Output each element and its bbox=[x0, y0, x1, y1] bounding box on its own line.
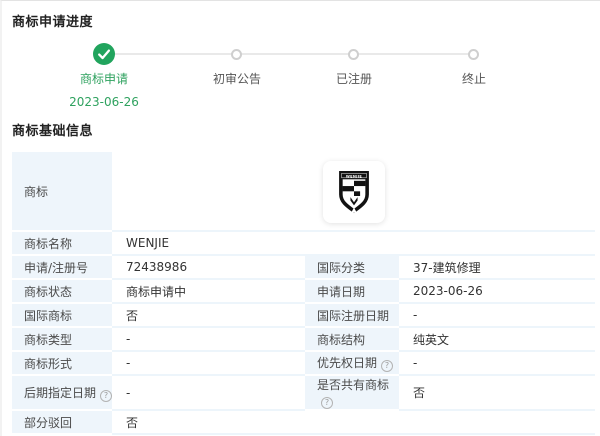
step-label: 已注册 bbox=[336, 70, 372, 87]
basic-info-section: 商标基础信息 商标 WENJIE bbox=[2, 120, 600, 435]
label-priority-date: 优先权日期? bbox=[305, 352, 399, 376]
value-international-class: 37-建筑修理 bbox=[399, 256, 595, 280]
value-application-number: 72438986 bbox=[112, 256, 305, 280]
value-trademark-form: - bbox=[112, 352, 305, 376]
priority-date-label-text: 优先权日期 bbox=[317, 356, 377, 370]
progress-stepper: 商标申请 2023-06-26 初审公告 已注册 终止 bbox=[2, 30, 600, 105]
step-label: 初审公告 bbox=[213, 70, 261, 87]
progress-section-title: 商标申请进度 bbox=[12, 11, 600, 30]
trademark-logo-cell: WENJIE bbox=[112, 152, 595, 232]
label-trademark-status: 商标状态 bbox=[12, 280, 112, 304]
value-trademark-structure: 纯英文 bbox=[399, 328, 595, 352]
label-shared-trademark: 是否共有商标? bbox=[305, 376, 399, 411]
label-application-number: 申请/注册号 bbox=[12, 256, 112, 280]
label-trademark-form: 商标形式 bbox=[12, 352, 112, 376]
table-row: 商标形式 - 优先权日期? - bbox=[12, 352, 595, 376]
label-international-trademark: 国际商标 bbox=[12, 304, 112, 328]
label-partial-rejection: 部分驳回 bbox=[12, 411, 112, 435]
label-later-designation-date: 后期指定日期? bbox=[12, 376, 112, 411]
value-later-designation-date: - bbox=[112, 376, 305, 411]
table-row: 商标类型 - 商标结构 纯英文 bbox=[12, 328, 595, 352]
table-row-trademark-image: 商标 WENJIE bbox=[12, 152, 595, 232]
pending-dot-icon bbox=[348, 49, 359, 60]
basic-info-title: 商标基础信息 bbox=[12, 120, 600, 139]
trademark-info-table: 商标 WENJIE bbox=[12, 152, 595, 435]
logo-wordmark: WENJIE bbox=[345, 174, 362, 178]
help-icon[interactable]: ? bbox=[100, 390, 112, 402]
wenjie-shield-icon: WENJIE bbox=[335, 169, 373, 214]
label-international-class: 国际分类 bbox=[305, 256, 399, 280]
help-icon[interactable]: ? bbox=[381, 360, 393, 372]
step-preliminary-announcement: 初审公告 bbox=[213, 70, 261, 87]
table-row: 商标名称 WENJIE bbox=[12, 232, 595, 256]
value-international-reg-date: - bbox=[399, 304, 595, 328]
step-registered: 已注册 bbox=[336, 70, 372, 87]
label-trademark-structure: 商标结构 bbox=[305, 328, 399, 352]
step-terminated: 终止 bbox=[462, 70, 486, 87]
value-trademark-type: - bbox=[112, 328, 305, 352]
label-application-date: 申请日期 bbox=[305, 280, 399, 304]
value-partial-rejection: 否 bbox=[112, 411, 595, 435]
pending-dot-icon bbox=[231, 49, 242, 60]
label-trademark: 商标 bbox=[12, 152, 112, 232]
progress-section: 商标申请进度 商标申请 2023-06-26 初审公告 已注册 bbox=[2, 11, 600, 105]
value-application-date: 2023-06-26 bbox=[399, 280, 595, 304]
step-label: 商标申请 bbox=[69, 70, 139, 87]
table-row: 国际商标 否 国际注册日期 - bbox=[12, 304, 595, 328]
help-icon[interactable]: ? bbox=[321, 397, 333, 409]
value-shared-trademark: 否 bbox=[399, 376, 595, 411]
step-trademark-application: 商标申请 2023-06-26 bbox=[69, 70, 139, 109]
check-circle-icon bbox=[93, 43, 115, 65]
table-row: 后期指定日期? - 是否共有商标? 否 bbox=[12, 376, 595, 411]
value-priority-date: - bbox=[399, 352, 595, 376]
trademark-logo-image[interactable]: WENJIE bbox=[323, 161, 385, 223]
pending-dot-icon bbox=[468, 49, 479, 60]
step-date: 2023-06-26 bbox=[69, 95, 139, 109]
value-international-trademark: 否 bbox=[112, 304, 305, 328]
stepper-track-line bbox=[104, 53, 474, 55]
label-trademark-type: 商标类型 bbox=[12, 328, 112, 352]
trademark-detail-page: 商标申请进度 商标申请 2023-06-26 初审公告 已注册 bbox=[0, 0, 600, 436]
shared-trademark-label-text: 是否共有商标 bbox=[317, 378, 389, 392]
value-trademark-name: WENJIE bbox=[112, 232, 595, 256]
value-trademark-status: 商标申请中 bbox=[112, 280, 305, 304]
table-row: 商标状态 商标申请中 申请日期 2023-06-26 bbox=[12, 280, 595, 304]
label-international-reg-date: 国际注册日期 bbox=[305, 304, 399, 328]
label-trademark-name: 商标名称 bbox=[12, 232, 112, 256]
table-row: 部分驳回 否 bbox=[12, 411, 595, 435]
step-label: 终止 bbox=[462, 70, 486, 87]
later-designation-label-text: 后期指定日期 bbox=[24, 386, 96, 400]
table-row: 申请/注册号 72438986 国际分类 37-建筑修理 bbox=[12, 256, 595, 280]
